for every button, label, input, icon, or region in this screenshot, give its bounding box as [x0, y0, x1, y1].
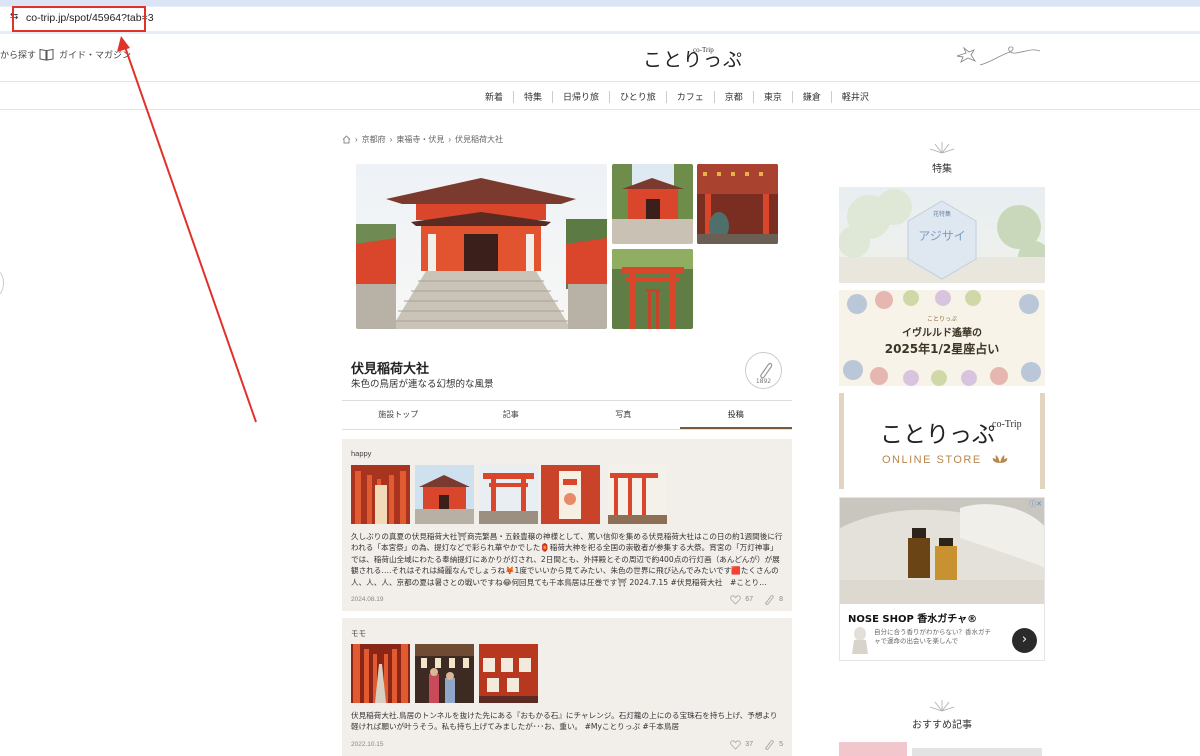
nav-item-kamakura[interactable]: 鎌倉: [791, 91, 831, 103]
post-photo[interactable]: [351, 644, 410, 703]
recommend-heading: おすすめ記事: [912, 720, 972, 731]
nav-item-tokyo[interactable]: 東京: [752, 91, 792, 103]
nav-item-daytrip[interactable]: 日帰り旅: [552, 91, 609, 103]
like-count: 67: [745, 596, 754, 603]
tab-articles[interactable]: 記事: [455, 401, 568, 429]
nav-item-solo[interactable]: ひとり旅: [609, 91, 666, 103]
nav-divider: [0, 109, 1200, 110]
post-photo[interactable]: [479, 465, 538, 524]
nav-item-kyoto[interactable]: 京都: [713, 91, 753, 103]
ad-nose-shop[interactable]: ⓘ✕ NOSE SHOP 香水ガチャ® 自分に合う香りがわからない？香水ガチャで…: [839, 497, 1045, 661]
post-photo[interactable]: [415, 644, 474, 703]
sunburst-ornament-icon: [929, 700, 955, 712]
post-stats: 37 5: [730, 739, 783, 750]
address-bar[interactable]: [0, 7, 1200, 31]
gallery-thumb-2[interactable]: [697, 164, 778, 244]
tab-facility-top[interactable]: 施設トップ: [342, 401, 455, 429]
book-icon: [39, 48, 54, 61]
post-date: 2022.10.15: [351, 741, 384, 748]
tab-photos[interactable]: 写真: [567, 401, 680, 429]
home-icon[interactable]: [342, 135, 351, 144]
post-username[interactable]: モモ: [351, 628, 366, 639]
breadcrumb-current: 伏見稲荷大社: [455, 135, 504, 144]
feature-heading: 特集: [932, 164, 952, 175]
clip-count: 1892: [755, 378, 772, 385]
clip-count: 8: [779, 596, 783, 603]
post-body: 久しぶりの真夏の伏見稲荷大社⛩商売繁昌・五穀豊穣の神様として、篤い信仰を集める伏…: [351, 532, 783, 587]
post-date: 2024.08.19: [351, 596, 384, 603]
breadcrumb-separator: ›: [389, 135, 393, 144]
store-logo-sup: co-Trip: [992, 419, 1022, 430]
browser-toolbar: ⇆ co-trip.jp/spot/45964?tab=3: [0, 0, 1200, 34]
horoscope-banner[interactable]: ことりっぷ イヴルルド遙華の 2025年1/2星座占い: [839, 290, 1045, 386]
spot-tabs: 施設トップ 記事 写真 投稿: [342, 400, 792, 430]
gallery-thumb-3[interactable]: [612, 249, 693, 329]
ad-title[interactable]: NOSE SHOP 香水ガチャ®: [848, 610, 977, 625]
gallery-thumb-1[interactable]: [612, 164, 693, 244]
guide-magazine-link[interactable]: ガイド・マガジン: [59, 48, 131, 61]
spot-title: 伏見稲荷大社: [351, 362, 430, 377]
main-photo-shrine-gate[interactable]: [356, 164, 607, 329]
side-scroll-button[interactable]: [0, 270, 4, 296]
nav-item-karuizawa[interactable]: 軽井沢: [830, 91, 879, 103]
post-username[interactable]: happy: [351, 449, 371, 458]
breadcrumb-area[interactable]: 東福寺・伏見: [396, 134, 444, 145]
post-photo[interactable]: [608, 465, 667, 524]
tab-posts[interactable]: 投稿: [679, 401, 792, 429]
bust-statue-icon: [852, 627, 868, 654]
sunburst-ornament-icon: [929, 142, 955, 154]
breadcrumb-separator: ›: [355, 135, 358, 144]
banner-title: 2025年1/2星座占い: [884, 342, 1000, 356]
ad-next-button[interactable]: ›: [1012, 628, 1037, 653]
store-logo: ことりっぷ: [880, 422, 995, 448]
clip-count: 5: [779, 741, 783, 748]
online-store-label: ONLINE STORE: [882, 454, 982, 466]
nav-item-feature[interactable]: 特集: [513, 91, 552, 103]
site-logo-sup: co-Trip: [693, 46, 714, 54]
post-photo[interactable]: [415, 465, 474, 524]
post-photo[interactable]: [541, 465, 600, 524]
ad-info-icon[interactable]: ⓘ✕: [1029, 499, 1042, 509]
post-stats: 67 8: [730, 594, 783, 605]
heart-icon[interactable]: [730, 739, 742, 750]
banner-line: イヴルルド遙華の: [902, 328, 982, 339]
post-card[interactable]: モモ 伏見稲荷大社.鳥居のトンネルを抜けた先にある『おもかる石』にチャレンジ。石…: [342, 618, 792, 756]
like-count: 37: [745, 741, 754, 748]
hydrangea-feature-banner[interactable]: 花特集 アジサイ: [839, 187, 1045, 283]
heart-icon[interactable]: [730, 594, 742, 605]
bird-doodle-icon: [956, 46, 1041, 66]
search-by-link[interactable]: から探す: [0, 48, 36, 61]
banner-small-label: 花特集: [932, 211, 951, 218]
banner-brand: ことりっぷ: [926, 316, 957, 323]
banner-title: アジサイ: [918, 229, 966, 243]
spot-subtitle: 朱色の鳥居が連なる幻想的な風景: [351, 379, 494, 390]
nav-item-cafe[interactable]: カフェ: [665, 91, 714, 103]
post-body: 伏見稲荷大社.鳥居のトンネルを抜けた先にある『おもかる石』にチャレンジ。石灯籠の…: [351, 711, 778, 732]
paperclip-icon[interactable]: [763, 594, 775, 605]
breadcrumb-separator: ›: [448, 135, 452, 144]
lotus-icon: [992, 455, 1008, 463]
annotation-arrow: [117, 36, 257, 423]
url-highlight-box: [12, 6, 146, 32]
nav-item-new[interactable]: 新着: [475, 91, 513, 103]
main-nav: 新着 特集 日帰り旅 ひとり旅 カフェ 京都 東京 鎌倉 軽井沢: [475, 91, 879, 103]
post-photo[interactable]: [351, 465, 410, 524]
post-card[interactable]: happy 久しぶりの真夏の伏見稲荷大社⛩商売繁昌・五穀豊穣の神様として、篤い信…: [342, 439, 792, 611]
recommend-article-title[interactable]: [912, 748, 1042, 756]
tab-strip: [0, 0, 1200, 6]
breadcrumb-prefecture[interactable]: 京都府: [362, 134, 386, 145]
recommend-article-thumb[interactable]: [839, 742, 907, 756]
post-photo[interactable]: [479, 644, 538, 703]
paperclip-icon[interactable]: [763, 739, 775, 750]
ad-text: 自分に合う香りがわからない？香水ガチャで運命の出会いを楽しんで: [874, 628, 991, 645]
online-store-banner[interactable]: ことりっぷ co-Trip ONLINE STORE: [839, 393, 1045, 489]
breadcrumb: › 京都府 › 東福寺・伏見 › 伏見稲荷大社: [342, 134, 503, 145]
header-divider: [0, 81, 1200, 82]
